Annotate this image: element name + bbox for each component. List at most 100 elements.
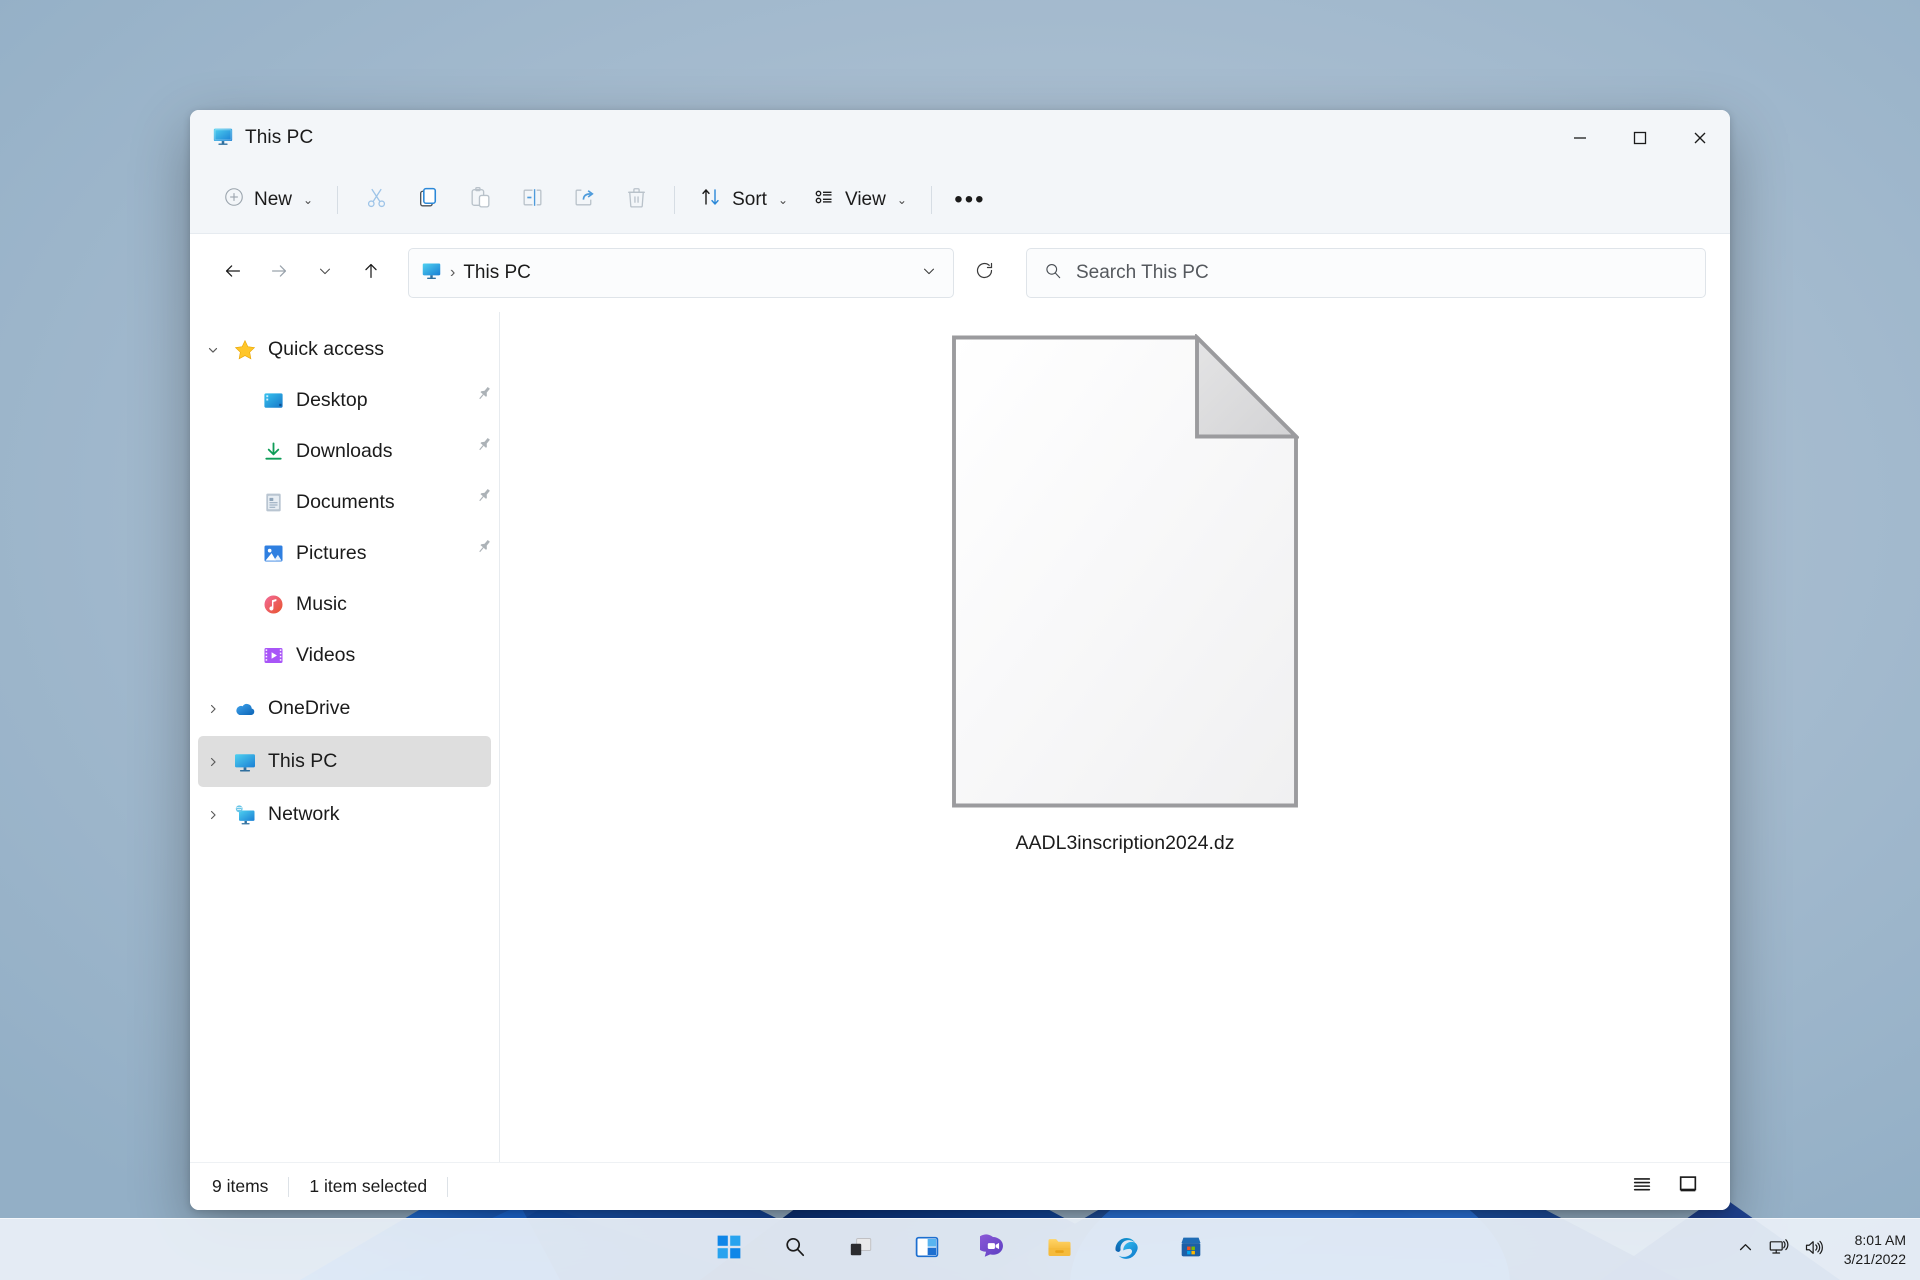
status-bar: 9 items 1 item selected	[190, 1162, 1730, 1210]
microsoft-store-button[interactable]	[1169, 1228, 1213, 1272]
content-scrollbar[interactable]	[1721, 312, 1729, 1162]
edge-icon	[1112, 1234, 1139, 1266]
toolbar-divider-3	[930, 185, 932, 214]
network-tray-button[interactable]	[1768, 1237, 1789, 1263]
onedrive-icon	[228, 697, 262, 721]
sidebar-item-label: Music	[296, 593, 347, 615]
forward-button[interactable]	[258, 252, 300, 294]
taskbar-search-button[interactable]	[773, 1228, 817, 1272]
sidebar-item-music[interactable]: Music	[198, 579, 491, 630]
sidebar-item-documents[interactable]: Documents	[198, 477, 491, 528]
pin-icon[interactable]	[464, 386, 490, 413]
refresh-button[interactable]	[962, 251, 1006, 295]
cut-icon	[364, 185, 389, 215]
chevron-right-icon[interactable]	[198, 755, 228, 769]
sidebar-item-videos[interactable]: Videos	[198, 630, 491, 681]
network-tray-icon	[1768, 1237, 1789, 1263]
pin-icon[interactable]	[464, 539, 490, 566]
command-toolbar: New ⌄ Sort ⌄ View ⌄ •••	[190, 166, 1730, 234]
sort-button[interactable]: Sort ⌄	[688, 178, 799, 222]
forward-arrow-icon	[268, 260, 290, 287]
toolbar-divider-2	[674, 185, 676, 214]
window-controls	[1550, 110, 1730, 166]
explorer-body: Quick access Desktop Downloads Documents…	[190, 312, 1730, 1162]
sidebar-item-network[interactable]: Network	[198, 789, 491, 840]
chevron-right-icon[interactable]	[198, 808, 228, 822]
widgets-icon	[914, 1234, 940, 1265]
downloads-icon	[256, 440, 290, 463]
view-button-label: View	[845, 188, 886, 210]
address-toolbar: › This PC Search This PC	[190, 234, 1730, 312]
large-icons-view-button[interactable]	[1668, 1169, 1708, 1205]
view-button[interactable]: View ⌄	[801, 178, 918, 222]
share-button[interactable]	[559, 178, 609, 222]
window-title-group: This PC	[190, 125, 313, 152]
pin-icon[interactable]	[464, 488, 490, 515]
widgets-button[interactable]	[905, 1228, 949, 1272]
show-hidden-icons-button[interactable]	[1737, 1239, 1754, 1261]
sidebar-item-downloads[interactable]: Downloads	[198, 426, 491, 477]
back-arrow-icon	[222, 260, 244, 287]
volume-button[interactable]	[1803, 1237, 1824, 1263]
sidebar-item-label: Documents	[296, 491, 395, 513]
see-more-button[interactable]: •••	[945, 178, 995, 222]
clock-time: 8:01 AM	[1854, 1232, 1906, 1249]
paste-button[interactable]	[455, 178, 505, 222]
new-button-label: New	[254, 188, 293, 210]
details-view-button[interactable]	[1622, 1169, 1662, 1205]
maximize-button[interactable]	[1610, 110, 1670, 166]
videos-icon	[256, 644, 290, 667]
close-button[interactable]	[1670, 110, 1730, 166]
toolbar-divider	[337, 185, 339, 214]
delete-button[interactable]	[611, 178, 661, 222]
search-input[interactable]: Search This PC	[1076, 262, 1209, 284]
up-button[interactable]	[350, 252, 392, 294]
sidebar-item-pictures[interactable]: Pictures	[198, 528, 491, 579]
sidebar-item-desktop[interactable]: Desktop	[198, 375, 491, 426]
breadcrumb-this-pc[interactable]: This PC	[463, 262, 531, 284]
network-icon	[228, 803, 262, 827]
sidebar-item-quick-access[interactable]: Quick access	[198, 324, 491, 375]
chat-button[interactable]	[971, 1228, 1015, 1272]
recent-locations-button[interactable]	[304, 252, 346, 294]
chevron-down-icon	[920, 262, 938, 285]
sidebar-item-this-pc[interactable]: This PC	[198, 736, 491, 787]
file-explorer-button[interactable]	[1037, 1228, 1081, 1272]
search-box[interactable]: Search This PC	[1026, 248, 1706, 298]
chevron-right-icon[interactable]	[198, 702, 228, 716]
copy-button[interactable]	[403, 178, 453, 222]
search-icon	[783, 1235, 807, 1264]
breadcrumb-separator: ›	[450, 264, 456, 281]
clock[interactable]: 8:01 AM 3/21/2022	[1838, 1231, 1906, 1269]
back-button[interactable]	[212, 252, 254, 294]
minimize-button[interactable]	[1550, 110, 1610, 166]
cut-button[interactable]	[351, 178, 401, 222]
status-divider-2	[447, 1176, 449, 1197]
task-view-button[interactable]	[839, 1228, 883, 1272]
new-button[interactable]: New ⌄	[212, 178, 324, 222]
view-icon	[812, 185, 836, 215]
chevron-down-icon: ⌄	[777, 192, 788, 207]
address-bar[interactable]: › This PC	[408, 248, 954, 298]
file-list-pane[interactable]: AADL3inscription2024.dz	[500, 312, 1730, 1162]
sidebar-item-label: This PC	[268, 750, 338, 772]
file-item[interactable]: AADL3inscription2024.dz	[952, 332, 1301, 855]
details-view-icon	[1631, 1173, 1653, 1200]
windows-start-icon	[716, 1234, 742, 1265]
taskbar-icon-group	[707, 1228, 1213, 1272]
file-item-label: AADL3inscription2024.dz	[1015, 832, 1235, 854]
sidebar-item-onedrive[interactable]: OneDrive	[198, 683, 491, 734]
rename-button[interactable]	[507, 178, 557, 222]
task-view-icon	[848, 1234, 874, 1265]
delete-icon	[624, 185, 649, 215]
chevron-up-icon	[1737, 1239, 1754, 1261]
star-icon	[228, 338, 262, 362]
pin-icon[interactable]	[464, 437, 490, 464]
windows-start-button[interactable]	[707, 1228, 751, 1272]
paste-icon	[468, 185, 493, 215]
address-dropdown-button[interactable]	[911, 253, 947, 293]
view-toggle-group	[1622, 1169, 1708, 1205]
chevron-down-icon[interactable]	[198, 343, 228, 357]
edge-button[interactable]	[1103, 1228, 1147, 1272]
this-pc-icon	[228, 750, 262, 774]
